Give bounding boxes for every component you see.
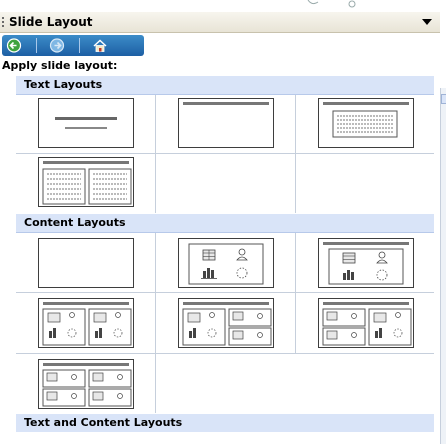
- vertical-scrollbar[interactable]: [440, 88, 446, 444]
- section-header-content-layouts: Content Layouts: [16, 214, 434, 233]
- grid-divider: [16, 292, 434, 293]
- title-and-content-thumbnail-icon: [323, 242, 409, 285]
- four-content-thumbnail-icon: [42, 363, 132, 407]
- section-title: Text and Content Layouts: [24, 416, 183, 429]
- chart-glyph: [201, 268, 217, 279]
- grid-divider: [155, 95, 156, 213]
- layout-title-and-content[interactable]: [318, 238, 414, 288]
- diagram-glyph: [236, 267, 248, 279]
- two-column-text-thumbnail-icon: [42, 161, 132, 205]
- pane-navigation-bar: [2, 35, 144, 56]
- pane-title: Slide Layout: [9, 15, 93, 29]
- grid-divider: [295, 95, 296, 213]
- layout-title-and-text[interactable]: [318, 98, 414, 148]
- back-arrow-icon: [6, 38, 22, 53]
- home-button[interactable]: [91, 37, 109, 54]
- two-content-and-content-thumbnail-icon: [322, 302, 412, 346]
- pane-title-bar: Slide Layout: [0, 12, 440, 33]
- top-strip: [0, 0, 446, 12]
- home-icon: [93, 39, 107, 52]
- section-header-text-and-content-layouts: Text and Content Layouts: [16, 414, 434, 432]
- two-content-thumbnail-icon: [42, 302, 132, 346]
- grid-divider: [155, 233, 156, 413]
- layout-title-two-content-and-content[interactable]: [318, 298, 414, 348]
- layout-content[interactable]: [178, 238, 274, 288]
- layout-blank[interactable]: [38, 238, 134, 288]
- title-only-thumbnail-icon: [183, 102, 269, 105]
- title-and-text-thumbnail-icon: [323, 102, 409, 138]
- pane-grip-handle[interactable]: [2, 17, 4, 27]
- layout-title-and-four-content[interactable]: [38, 359, 134, 409]
- section-title: Content Layouts: [24, 216, 126, 229]
- pane-menu-dropdown-icon[interactable]: [422, 19, 432, 25]
- section-title: Text Layouts: [24, 78, 103, 91]
- layout-title-and-two-column-text[interactable]: [38, 157, 134, 207]
- content-and-two-content-thumbnail-icon: [182, 302, 272, 346]
- back-button[interactable]: [5, 37, 23, 54]
- slide-layout-pane: Slide Layout Apply slide layout: Text La…: [0, 12, 446, 444]
- layout-title-slide[interactable]: [38, 98, 134, 148]
- table-glyph: [202, 249, 216, 261]
- layout-title-and-two-content[interactable]: [38, 298, 134, 348]
- layout-title-only[interactable]: [178, 98, 274, 148]
- section-header-text-layouts: Text Layouts: [16, 76, 434, 95]
- clipart-glyph: [236, 248, 248, 261]
- grid-divider: [16, 153, 434, 154]
- apply-slide-layout-label: Apply slide layout:: [2, 59, 118, 72]
- layout-gallery: Text Layouts Content Layouts Text and Co…: [0, 76, 440, 432]
- layout-title-content-and-two-content[interactable]: [178, 298, 274, 348]
- title-slide-thumbnail-icon: [55, 117, 117, 129]
- forward-arrow-icon: [49, 38, 65, 53]
- grid-divider: [295, 233, 296, 353]
- grid-divider: [16, 353, 434, 354]
- forward-button[interactable]: [48, 37, 66, 54]
- scrollbar-up-arrow-icon[interactable]: [441, 94, 446, 104]
- nav-separator: [79, 38, 80, 53]
- nav-separator: [36, 38, 37, 53]
- content-thumbnail-icon: [188, 243, 264, 285]
